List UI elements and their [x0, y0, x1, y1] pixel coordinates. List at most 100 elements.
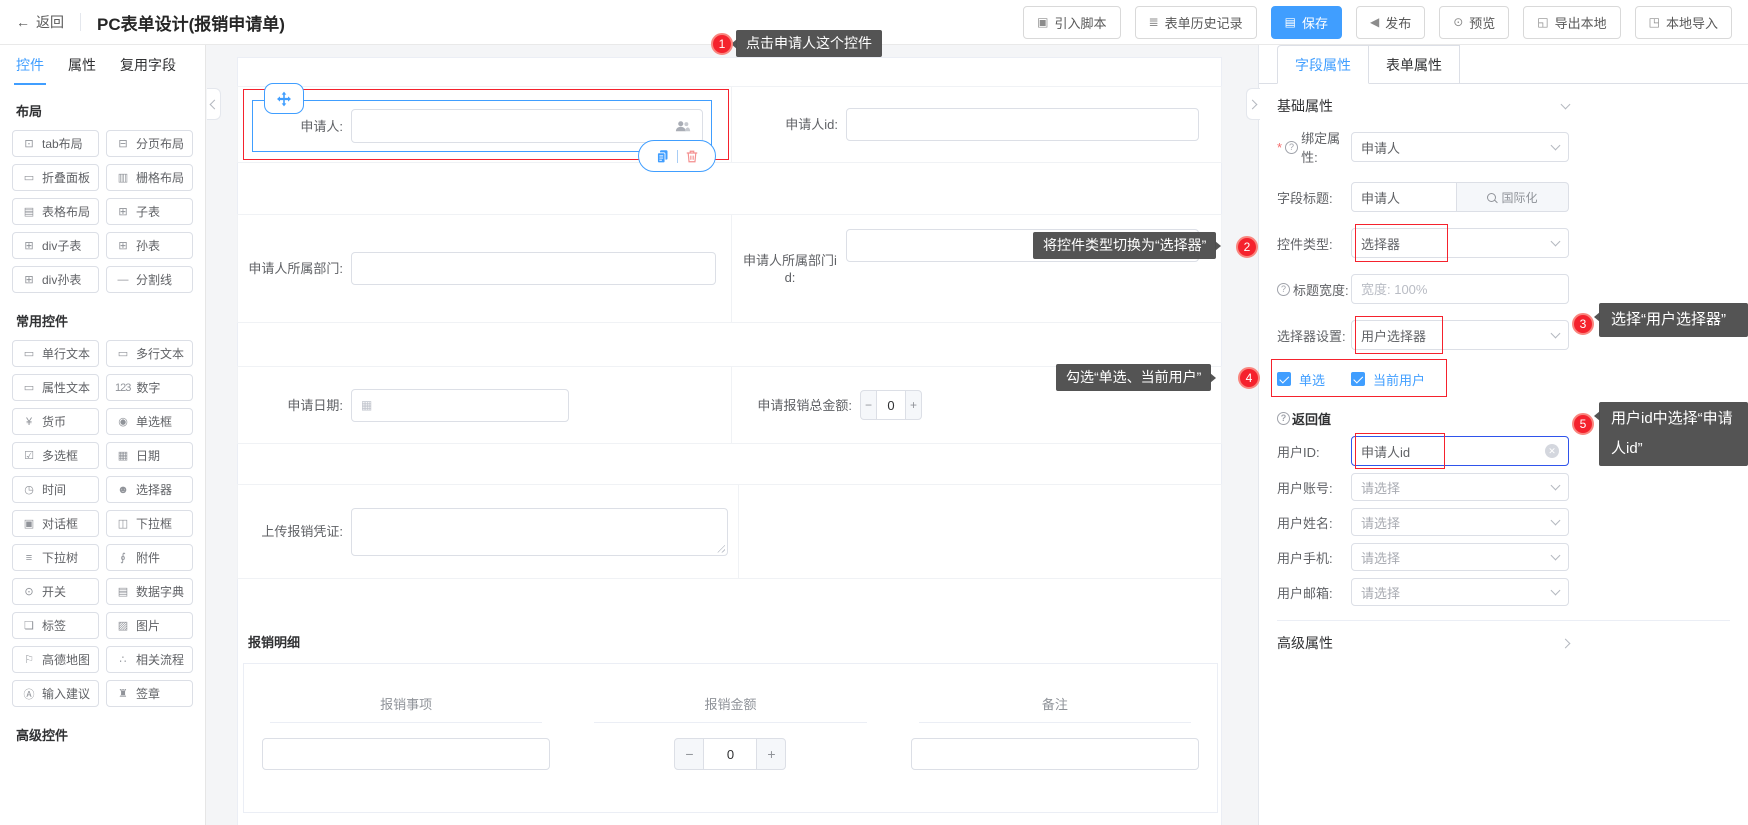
- control-palette-item[interactable]: ▣ 对话框: [12, 510, 99, 537]
- control-item-icon: ⊟: [115, 137, 130, 150]
- layout-controls-grid: ⊡ tab布局 ⊟ 分页布局 ▭ 折叠面板 ▥ 栅格布局 ▤ 表格布局 ⊞ 子表: [0, 128, 205, 295]
- detail-note-input[interactable]: [911, 738, 1199, 770]
- control-palette-item[interactable]: ⊙ 开关: [12, 578, 99, 605]
- control-palette-item[interactable]: ❏ 标签: [12, 612, 99, 639]
- tab-field-properties[interactable]: 字段属性: [1277, 45, 1369, 84]
- control-type-select[interactable]: 选择器: [1351, 228, 1569, 258]
- i18n-button[interactable]: 国际化: [1457, 182, 1569, 212]
- resize-grip[interactable]: [716, 544, 725, 553]
- detail-item-input[interactable]: [262, 738, 550, 770]
- user-name-select[interactable]: 请选择: [1351, 508, 1569, 536]
- collapse-right-panel-handle[interactable]: [1246, 88, 1260, 120]
- total-amount-label: 申请报销总金额:: [742, 397, 852, 414]
- control-palette-item[interactable]: Ⓐ 输入建议: [12, 680, 99, 707]
- sidebar-tab-properties[interactable]: 属性: [68, 45, 96, 85]
- control-palette-item[interactable]: ∴ 相关流程: [106, 646, 193, 673]
- control-palette-item[interactable]: ▭ 属性文本: [12, 374, 99, 401]
- control-palette-item[interactable]: ▦ 日期: [106, 442, 193, 469]
- control-palette-item[interactable]: ☻ 选择器: [106, 476, 193, 503]
- title-width-input[interactable]: [1351, 274, 1569, 304]
- current-user-label[interactable]: 当前用户: [1373, 370, 1425, 389]
- import-script-button[interactable]: ▣ 引入脚本: [1023, 6, 1120, 39]
- control-palette-item[interactable]: ⊞ 孙表: [106, 232, 193, 259]
- control-palette-item[interactable]: 123 数字: [106, 374, 193, 401]
- control-palette-item[interactable]: ∮ 附件: [106, 544, 193, 571]
- user-account-row: 用户账号: 请选择: [1277, 473, 1569, 501]
- control-palette-item[interactable]: ≡ 下拉树: [12, 544, 99, 571]
- control-palette-item[interactable]: ⊟ 分页布局: [106, 130, 193, 157]
- stepper-minus-button[interactable]: −: [675, 739, 703, 769]
- control-palette-item[interactable]: ▥ 栅格布局: [106, 164, 193, 191]
- form-history-button[interactable]: ≣ 表单历史记录: [1135, 6, 1257, 39]
- control-palette-item[interactable]: ⊞ div子表: [12, 232, 99, 259]
- control-palette-item[interactable]: ▭ 多行文本: [106, 340, 193, 367]
- clear-icon[interactable]: ✕: [1545, 444, 1559, 458]
- section-basic-properties[interactable]: 基础属性: [1277, 84, 1569, 128]
- control-palette-item[interactable]: — 分割线: [106, 266, 193, 293]
- stepper-value[interactable]: 0: [703, 739, 757, 769]
- applicant-input[interactable]: [351, 109, 703, 143]
- stepper-plus-button[interactable]: +: [906, 391, 921, 419]
- single-select-label[interactable]: 单选: [1299, 370, 1325, 389]
- stepper-minus-button[interactable]: −: [861, 391, 876, 419]
- form-row-4: 上传报销凭证:: [237, 484, 1222, 579]
- single-select-checkbox[interactable]: [1277, 372, 1291, 386]
- control-palette-item[interactable]: ♜ 签章: [106, 680, 193, 707]
- form-row-2: 申请人所属部门: 申请人所属部门id:: [237, 214, 1222, 323]
- import-icon: ◳: [1649, 16, 1660, 28]
- back-button[interactable]: ← 返回: [16, 12, 64, 32]
- detail-subtable: 报销事项 报销金额 备注 − 0 +: [243, 663, 1218, 813]
- control-item-label: 表格布局: [42, 203, 90, 220]
- control-palette-item[interactable]: ◫ 下拉框: [106, 510, 193, 537]
- selector-options-row: 单选 当前用户: [1277, 366, 1569, 392]
- import-local-button[interactable]: ◳ 本地导入: [1635, 6, 1732, 39]
- control-palette-item[interactable]: ⊞ div孙表: [12, 266, 99, 293]
- date-input[interactable]: ▦: [351, 389, 569, 422]
- save-button[interactable]: ▤ 保存: [1271, 6, 1342, 39]
- control-palette-item[interactable]: ▤ 数据字典: [106, 578, 193, 605]
- voucher-textarea[interactable]: [351, 508, 728, 556]
- control-item-icon: ◷: [21, 483, 36, 496]
- delete-icon[interactable]: [685, 149, 699, 164]
- drag-handle[interactable]: [264, 83, 304, 114]
- selector-setting-select[interactable]: 用户选择器: [1351, 320, 1569, 350]
- user-id-select[interactable]: 申请人id ✕: [1351, 436, 1569, 466]
- control-palette-item[interactable]: ⊞ 子表: [106, 198, 193, 225]
- stepper-plus-button[interactable]: +: [757, 739, 785, 769]
- user-email-select[interactable]: 请选择: [1351, 578, 1569, 606]
- control-palette-item[interactable]: ▭ 折叠面板: [12, 164, 99, 191]
- control-palette-item[interactable]: ⚐ 高德地图: [12, 646, 99, 673]
- sidebar-tab-controls[interactable]: 控件: [16, 45, 44, 85]
- export-local-button[interactable]: ◱ 导出本地: [1523, 6, 1620, 39]
- control-palette-item[interactable]: ¥ 货币: [12, 408, 99, 435]
- current-user-checkbox[interactable]: [1351, 372, 1365, 386]
- back-arrow-icon: ←: [16, 14, 30, 30]
- control-item-label: 标签: [42, 617, 66, 634]
- tab-form-properties[interactable]: 表单属性: [1369, 45, 1460, 84]
- collapse-left-panel-handle[interactable]: [207, 88, 221, 120]
- field-title-input[interactable]: 申请人: [1351, 182, 1457, 212]
- control-palette-item[interactable]: ☑ 多选框: [12, 442, 99, 469]
- stepper-value[interactable]: 0: [876, 391, 906, 419]
- control-palette-item[interactable]: ◷ 时间: [12, 476, 99, 503]
- control-palette-item[interactable]: ▤ 表格布局: [12, 198, 99, 225]
- control-palette-item[interactable]: ◉ 单选框: [106, 408, 193, 435]
- user-phone-row: 用户手机: 请选择: [1277, 543, 1569, 571]
- control-palette-item[interactable]: ▨ 图片: [106, 612, 193, 639]
- dept-input[interactable]: [351, 252, 716, 285]
- preview-button[interactable]: ⊙ 预览: [1439, 6, 1509, 39]
- copy-icon[interactable]: [655, 149, 670, 164]
- sidebar-tab-reusable-fields[interactable]: 复用字段: [120, 45, 176, 85]
- section-advanced-properties[interactable]: 高级属性: [1277, 621, 1569, 665]
- dept-id-label: 申请人所属部门id:: [742, 252, 838, 286]
- control-palette-item[interactable]: ▭ 单行文本: [12, 340, 99, 367]
- applicant-id-label: 申请人id:: [742, 116, 838, 133]
- bind-property-select[interactable]: 申请人: [1351, 132, 1569, 162]
- user-account-select[interactable]: 请选择: [1351, 473, 1569, 501]
- publish-button[interactable]: ◀ 发布: [1356, 6, 1425, 39]
- user-phone-select[interactable]: 请选择: [1351, 543, 1569, 571]
- column-header-item: 报销事项: [270, 694, 542, 723]
- applicant-id-input[interactable]: [846, 108, 1199, 141]
- step-badge-3: 3: [1572, 313, 1594, 335]
- control-palette-item[interactable]: ⊡ tab布局: [12, 130, 99, 157]
